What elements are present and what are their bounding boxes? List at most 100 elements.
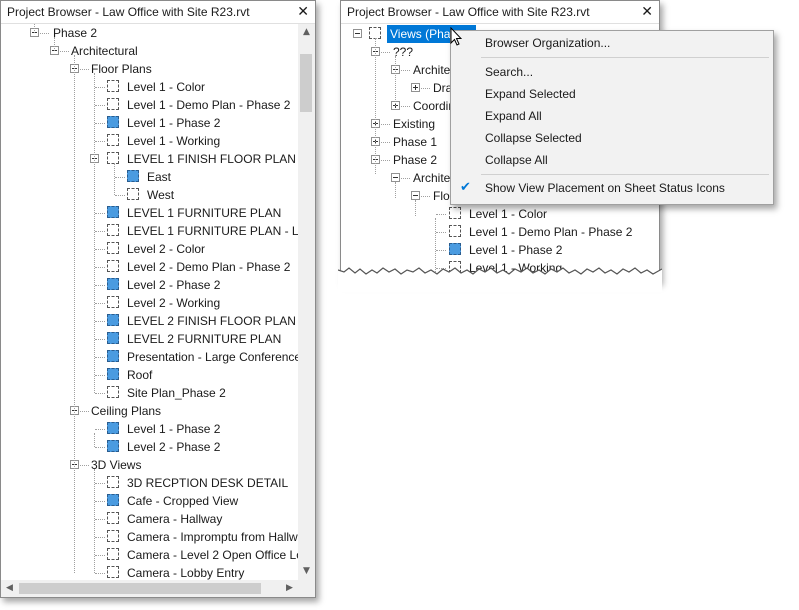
menu-item-label: Show View Placement on Sheet Status Icon… — [485, 181, 725, 195]
tree-item-level-1-finish-floor-plan[interactable]: LEVEL 1 FINISH FLOOR PLAN — [1, 150, 298, 168]
tree-item-level-1-demo-plan-phase-2[interactable]: Level 1 - Demo Plan - Phase 2 — [1, 96, 298, 114]
tree-item-label: Level 1 - Phase 2 — [127, 116, 221, 130]
tree-item-level-1-demo-plan-phase-2[interactable]: Level 1 - Demo Plan - Phase 2 — [341, 223, 659, 241]
tree-connector — [95, 285, 105, 286]
tree-connector — [95, 231, 105, 232]
tree-item-label: Level 2 - Working — [127, 296, 221, 310]
tree-item-label: 3D Views — [91, 458, 142, 472]
collapse-icon[interactable] — [353, 29, 362, 38]
scroll-left-icon[interactable]: ◀ — [1, 580, 18, 597]
tree-item-label: Camera - Hallway — [127, 512, 223, 526]
menu-item-browser-organization[interactable]: Browser Organization... — [451, 32, 773, 54]
tree-item-cafe-cropped-view[interactable]: Cafe - Cropped View — [1, 492, 298, 510]
project-browser-panel-left: Project Browser - Law Office with Site R… — [0, 0, 316, 598]
expand-icon[interactable] — [411, 83, 420, 92]
tree-item-roof[interactable]: Roof — [1, 366, 298, 384]
tree-item-label: Floor Plans — [91, 62, 152, 76]
tree-item-label: Level 1 - Phase 2 — [469, 243, 563, 257]
tree-connector — [74, 55, 75, 573]
tree-item-level-1-phase-2[interactable]: Level 1 - Phase 2 — [1, 114, 298, 132]
horizontal-scrollbar[interactable]: ◀ ▶ — [1, 580, 298, 597]
scroll-thumb-horizontal[interactable] — [19, 583, 261, 594]
tree-item-level-1-color[interactable]: Level 1 - Color — [1, 78, 298, 96]
tree-connector — [115, 195, 125, 196]
tree-item-level-2-phase-2[interactable]: Level 2 - Phase 2 — [1, 276, 298, 294]
tree-item-west[interactable]: West — [1, 186, 298, 204]
tree-item-ceiling-plans[interactable]: Ceiling Plans — [1, 402, 298, 420]
scroll-right-icon[interactable]: ▶ — [281, 580, 298, 597]
tree-item-level-2-demo-plan-phase-2[interactable]: Level 2 - Demo Plan - Phase 2 — [1, 258, 298, 276]
tree-item-site-plan-phase-2[interactable]: Site Plan_Phase 2 — [1, 384, 298, 402]
tree-item-level-2-finish-floor-plan[interactable]: LEVEL 2 FINISH FLOOR PLAN — [1, 312, 298, 330]
tree-item-label: Presentation - Large Conference — [127, 350, 298, 364]
view-not-placed-icon — [107, 80, 119, 92]
view-not-placed-icon — [107, 98, 119, 110]
tree-item-level-1-working[interactable]: Level 1 - Working — [1, 132, 298, 150]
tree-item-3d-recption-desk-detail[interactable]: 3D RECPTION DESK DETAIL — [1, 474, 298, 492]
tree-item-level-2-working[interactable]: Level 2 - Working — [1, 294, 298, 312]
tree-connector — [95, 447, 105, 448]
tree-item-label: Cafe - Cropped View — [127, 494, 239, 508]
tree-item-level-2-phase-2[interactable]: Level 2 - Phase 2 — [1, 438, 298, 456]
tree-item-label: Flo — [433, 189, 450, 203]
tree-view[interactable]: Phase 2 Architectural Floor Plans Level 1 -… — [1, 24, 298, 580]
tree-item-floor-plans[interactable]: Floor Plans — [1, 60, 298, 78]
collapse-icon[interactable] — [411, 191, 420, 200]
tree-item-camera-level-2-open-office-lo[interactable]: Camera - Level 2 Open Office Lo — [1, 546, 298, 564]
close-icon[interactable]: ✕ — [641, 4, 653, 20]
collapse-icon[interactable] — [391, 173, 400, 182]
tree-connector — [95, 123, 105, 124]
tree-item-label: LEVEL 1 FURNITURE PLAN - LOB — [127, 224, 298, 238]
tree-item-level-2-furniture-plan[interactable]: LEVEL 2 FURNITURE PLAN — [1, 330, 298, 348]
menu-item-collapse-selected[interactable]: Collapse Selected — [451, 127, 773, 149]
tree-connector — [95, 393, 105, 394]
tree-item-label: Architectural — [71, 44, 138, 58]
scroll-thumb[interactable] — [300, 54, 312, 112]
view-placed-icon — [449, 243, 461, 255]
tree-item-label: Level 2 - Demo Plan - Phase 2 — [127, 260, 291, 274]
vertical-scrollbar[interactable]: ▲ ▼ — [298, 24, 315, 580]
view-placed-icon — [107, 278, 119, 290]
tree-item-level-2-color[interactable]: Level 2 - Color — [1, 240, 298, 258]
tree-item-camera-lobby-entry[interactable]: Camera - Lobby Entry — [1, 564, 298, 580]
tree-item-east[interactable]: East — [1, 168, 298, 186]
tree-item-level-1-color[interactable]: Level 1 - Color — [341, 205, 659, 223]
tree-item-architectural[interactable]: Architectural — [1, 42, 298, 60]
tree-item-label: Phase 2 — [393, 153, 438, 167]
menu-item-expand-selected[interactable]: Expand Selected — [451, 83, 773, 105]
tree-item-level-1-furniture-plan[interactable]: LEVEL 1 FURNITURE PLAN — [1, 204, 298, 222]
tree-connector — [54, 37, 55, 51]
tree-item-label: ??? — [393, 45, 414, 59]
tree-item-label: Archite — [413, 171, 451, 185]
tree-connector — [436, 214, 446, 215]
view-not-placed-icon — [449, 225, 461, 237]
scroll-up-icon[interactable]: ▲ — [298, 24, 315, 41]
tree-item-level-1-furniture-plan-lob[interactable]: LEVEL 1 FURNITURE PLAN - LOB — [1, 222, 298, 240]
tree-item-label: Level 1 - Demo Plan - Phase 2 — [469, 225, 633, 239]
title-bar[interactable]: Project Browser - Law Office with Site R… — [341, 1, 659, 24]
tree-connector — [95, 573, 105, 574]
view-not-placed-icon — [449, 207, 461, 219]
menu-separator — [481, 174, 769, 175]
menu-item-collapse-all[interactable]: Collapse All — [451, 149, 773, 171]
tree-item-phase-2[interactable]: Phase 2 — [1, 24, 298, 42]
tree-item-level-1-phase-2[interactable]: Level 1 - Phase 2 — [341, 241, 659, 259]
tree-connector — [395, 182, 396, 198]
tree-item-label: Phase 2 — [53, 26, 98, 40]
tree-connector — [95, 87, 105, 88]
title-bar[interactable]: Project Browser - Law Office with Site R… — [1, 1, 315, 24]
menu-item-show-view-placement[interactable]: ✔ Show View Placement on Sheet Status Ic… — [451, 177, 773, 199]
tree-item-3d-views[interactable]: 3D Views — [1, 456, 298, 474]
scroll-down-icon[interactable]: ▼ — [298, 563, 315, 580]
menu-item-search[interactable]: Search... — [451, 61, 773, 83]
menu-item-expand-all[interactable]: Expand All — [451, 105, 773, 127]
close-icon[interactable]: ✕ — [297, 4, 309, 20]
tree-item-presentation-large-conference[interactable]: Presentation - Large Conference — [1, 348, 298, 366]
view-not-placed-icon — [107, 566, 119, 578]
tree-item-label: East — [147, 170, 172, 184]
tree-item-camera-hallway[interactable]: Camera - Hallway — [1, 510, 298, 528]
tree-item-camera-impromptu-from-hallw[interactable]: Camera - Impromptu from Hallw — [1, 528, 298, 546]
tree-item-level-1-phase-2[interactable]: Level 1 - Phase 2 — [1, 420, 298, 438]
view-not-placed-icon — [107, 134, 119, 146]
tree-connector — [95, 375, 105, 376]
